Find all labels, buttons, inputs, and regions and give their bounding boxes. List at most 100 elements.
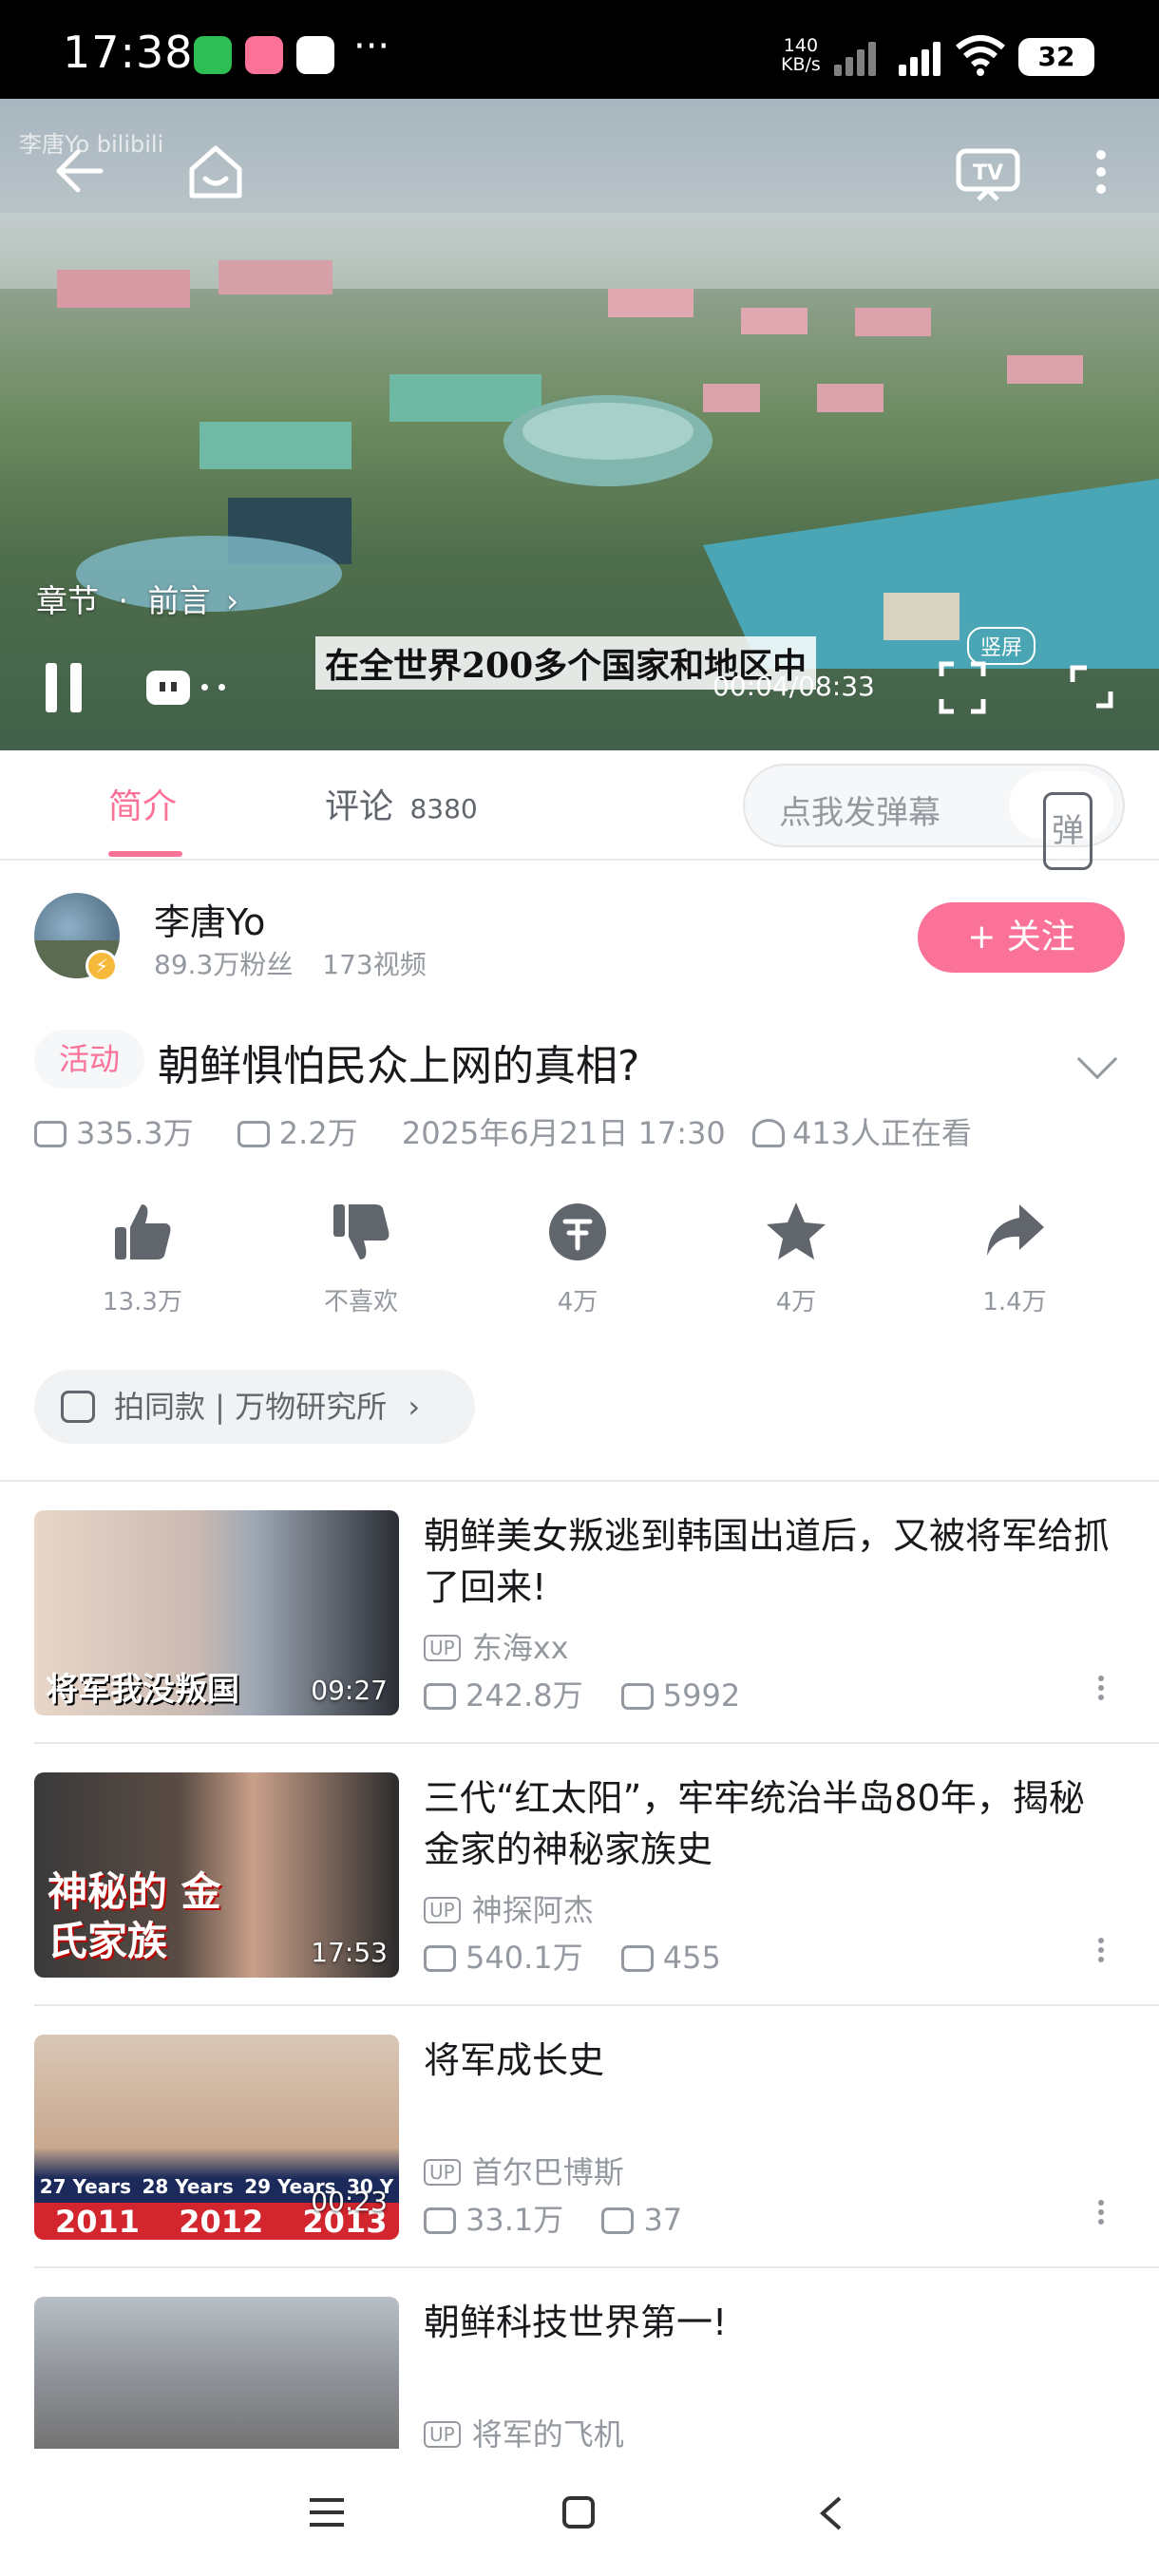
video-player[interactable]: 李唐Yo bilibili TV 章节 · 前言 › 在全世界200多个国家和地… xyxy=(0,99,1159,750)
danmaku-count-icon xyxy=(237,1121,270,1147)
play-count-icon xyxy=(424,1945,456,1972)
danmaku-count: 2.2万 xyxy=(278,1115,358,1151)
tab-intro[interactable]: 简介 xyxy=(108,779,177,828)
video-title: 将军成长史 xyxy=(424,2039,605,2081)
danmaku-count-icon xyxy=(620,1945,654,1972)
more-options-icon[interactable] xyxy=(1098,1672,1104,1704)
tab-comments[interactable]: 评论 8380 xyxy=(325,779,478,828)
author-name: 神探阿杰 xyxy=(471,1892,594,1928)
thumbnail-caption: 将军我没叛国 xyxy=(46,1671,239,1709)
active-tab-indicator xyxy=(108,851,182,857)
video-duration: 00:23 xyxy=(311,2186,388,2217)
camera-icon xyxy=(61,1391,95,1423)
time-position: 00:04 xyxy=(712,671,789,702)
up-badge-icon: UP xyxy=(424,2159,461,2186)
cast-tv-icon[interactable]: TV xyxy=(956,148,1020,201)
year-label: 27 Years xyxy=(39,2175,132,2198)
share-button[interactable]: 1.4万 xyxy=(929,1199,1100,1317)
year-label: 28 Years xyxy=(142,2175,234,2198)
list-item[interactable]: 神秘的 金氏家族 17:53 三代“红太阳”，牢牢统治半岛80年，揭秘金家的神秘… xyxy=(0,1744,1159,2006)
activity-tag[interactable]: 活动 xyxy=(34,1030,144,1089)
time-total: 08:33 xyxy=(798,671,875,702)
video-title-row[interactable]: 活动 朝鲜惧怕民众上网的真相? xyxy=(0,1013,1159,1108)
danmaku-count-icon xyxy=(620,1683,654,1710)
chapter-label: 章节 xyxy=(36,582,99,619)
play-count-icon xyxy=(34,1121,66,1147)
video-stats: 540.1万 455 xyxy=(424,1934,721,1978)
wifi-icon xyxy=(956,35,1005,76)
danmaku-count: 5992 xyxy=(662,1677,741,1714)
danmaku-toggle-icon[interactable] xyxy=(146,669,241,707)
coin-button[interactable]: 4万 xyxy=(492,1199,663,1317)
list-item[interactable]: 27 Years 28 Years 29 Years 30 Y 2011 201… xyxy=(0,2006,1159,2268)
chapter-selector[interactable]: 章节 · 前言 › xyxy=(36,576,238,621)
list-item[interactable]: 将军我没叛国 09:27 朝鲜美女叛逃到韩国出道后，又被将军给抓了回来! UP 东… xyxy=(0,1482,1159,1744)
chapter-separator: · xyxy=(118,582,129,619)
view-count: 242.8万 xyxy=(466,1677,583,1714)
chevron-right-icon: › xyxy=(226,582,239,619)
playback-time: 00:04/08:33 xyxy=(712,671,875,702)
danmaku-send-icon[interactable]: 弹 xyxy=(1009,771,1113,870)
thumbs-up-icon xyxy=(115,1204,171,1260)
back-icon[interactable] xyxy=(53,148,104,194)
portrait-mode-label: 竖屏 xyxy=(967,627,1036,665)
video-thumbnail: 神秘的 金氏家族 17:53 xyxy=(34,1772,399,1978)
detail-tabs: 简介 评论 8380 点我发弹幕 弹 xyxy=(0,750,1159,870)
more-options-icon[interactable] xyxy=(1098,2196,1104,2228)
more-menu-icon[interactable] xyxy=(1096,150,1108,194)
chevron-right-icon: › xyxy=(408,1389,421,1425)
thumbs-down-icon xyxy=(333,1204,390,1260)
comments-count: 8380 xyxy=(409,793,478,824)
menu-icon[interactable] xyxy=(310,2498,344,2527)
same-style-label: 拍同款 | 万物研究所 xyxy=(114,1389,388,1425)
video-author: UP 东海xx xyxy=(424,1624,569,1668)
network-speed: 140 KB/s xyxy=(781,36,821,74)
status-time: 17:38 xyxy=(63,27,194,78)
list-item[interactable]: 朝鲜科技世界第一! UP 将军的飞机 xyxy=(0,2268,1159,2449)
up-badge-icon: UP xyxy=(424,1897,461,1923)
dislike-button[interactable]: 不喜欢 xyxy=(276,1199,446,1317)
share-icon xyxy=(987,1204,1044,1256)
video-stats: 242.8万 5992 xyxy=(424,1672,740,1715)
uploader-meta: 89.3万粉丝 173视频 xyxy=(154,944,427,982)
video-author: UP 将军的飞机 xyxy=(424,2411,624,2449)
tab-comments-label: 评论 xyxy=(325,787,394,826)
portrait-fullscreen-icon[interactable] xyxy=(939,661,986,714)
video-duration: 09:27 xyxy=(311,1675,388,1706)
net-speed-unit: KB/s xyxy=(781,54,821,75)
more-options-icon[interactable] xyxy=(1098,1934,1104,1966)
video-thumbnail xyxy=(34,2297,399,2449)
pause-icon[interactable] xyxy=(46,663,84,712)
video-thumbnail: 将军我没叛国 09:27 xyxy=(34,1510,399,1715)
play-count-icon xyxy=(424,1683,456,1710)
video-title: 朝鲜美女叛逃到韩国出道后，又被将军给抓了回来! xyxy=(424,1515,1111,1608)
view-count: 33.1万 xyxy=(466,2202,564,2238)
video-title: 三代“红太阳”，牢牢统治半岛80年，揭秘金家的神秘家族史 xyxy=(424,1777,1085,1870)
video-title: 朝鲜惧怕民众上网的真相? xyxy=(158,1042,640,1090)
danmaku-input[interactable]: 点我发弹幕 弹 xyxy=(743,764,1125,870)
chevron-down-icon[interactable] xyxy=(1076,1038,1118,1080)
like-button[interactable]: 13.3万 xyxy=(57,1199,228,1317)
uploader-name[interactable]: 李唐Yo xyxy=(154,893,265,945)
home-icon[interactable] xyxy=(186,142,245,201)
danmaku-count: 37 xyxy=(643,2202,683,2238)
author-name: 将军的飞机 xyxy=(471,2416,624,2449)
more-notifications-icon: ··· xyxy=(353,25,390,68)
signal-icon-1 xyxy=(834,38,882,76)
video-author: UP 首尔巴博斯 xyxy=(424,2149,624,2192)
author-name: 首尔巴博斯 xyxy=(471,2154,624,2190)
author-name: 东海xx xyxy=(471,1630,569,1666)
verified-badge-icon: ⚡ xyxy=(86,950,118,982)
same-style-button[interactable]: 拍同款 | 万物研究所 › xyxy=(34,1370,475,1444)
home-nav-icon[interactable] xyxy=(562,2496,595,2529)
view-count: 540.1万 xyxy=(466,1940,583,1976)
watching-count: 413人正在看 xyxy=(791,1115,973,1151)
uploader-videos: 173视频 xyxy=(322,949,427,980)
back-nav-icon[interactable] xyxy=(817,2494,844,2532)
favorite-button[interactable]: 4万 xyxy=(711,1199,882,1317)
follow-button[interactable]: + 关注 xyxy=(918,902,1125,973)
view-count: 335.3万 xyxy=(76,1115,194,1151)
coin-icon xyxy=(549,1203,606,1260)
video-stats: 335.3万 2.2万 2025年6月21日 17:30 413人正在看 xyxy=(34,1109,1006,1153)
fullscreen-icon[interactable] xyxy=(1070,665,1113,709)
